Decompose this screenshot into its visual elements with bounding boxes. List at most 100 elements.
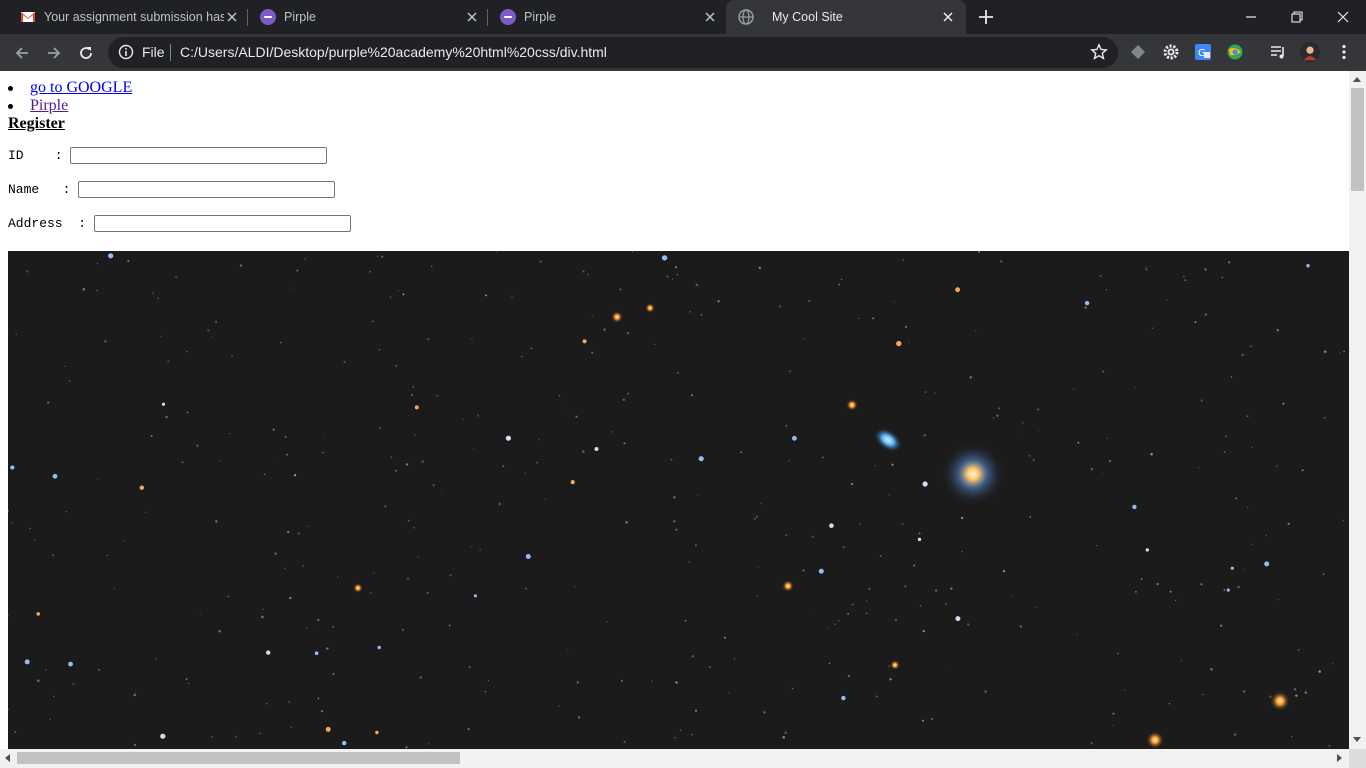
star <box>872 317 875 320</box>
star <box>891 463 894 466</box>
star <box>502 465 505 468</box>
minimize-icon[interactable] <box>1228 0 1274 34</box>
star <box>1250 345 1252 348</box>
star <box>487 680 489 682</box>
name-row: Name : <box>8 181 336 198</box>
restore-icon[interactable] <box>1274 0 1320 34</box>
star <box>1036 408 1040 411</box>
scroll-right-icon[interactable] <box>1337 754 1342 762</box>
star <box>288 701 290 703</box>
star <box>1194 321 1197 324</box>
tab-pirple-2[interactable]: Pirple <box>480 0 726 34</box>
scroll-up-icon[interactable] <box>1353 77 1361 82</box>
star <box>462 418 464 420</box>
star <box>377 645 381 650</box>
star <box>837 620 840 622</box>
star <box>945 603 948 606</box>
pirple-link[interactable]: Pirple <box>30 97 68 114</box>
star <box>379 427 381 429</box>
star <box>419 676 422 679</box>
horizontal-scrollbar[interactable] <box>0 749 1349 768</box>
star <box>905 325 908 328</box>
list-item: go to GOOGLE <box>8 79 132 97</box>
profile-avatar[interactable] <box>1300 42 1320 62</box>
horizontal-scroll-thumb[interactable] <box>17 752 460 764</box>
address-bar[interactable]: File C:/Users/ALDI/Desktop/purple%20acad… <box>108 37 1118 68</box>
star <box>302 565 304 567</box>
reload-icon[interactable] <box>73 40 99 66</box>
media-queue-icon[interactable] <box>1268 42 1288 62</box>
star <box>1221 276 1224 279</box>
tab-gmail[interactable]: Your assignment submission has <box>0 0 248 34</box>
close-tab-icon[interactable] <box>940 9 956 25</box>
google-link[interactable]: go to GOOGLE <box>30 79 132 96</box>
star <box>1117 652 1119 655</box>
star <box>645 303 655 313</box>
star <box>874 464 877 467</box>
star <box>1124 689 1126 691</box>
tab-my-cool-site[interactable]: My Cool Site <box>726 0 966 34</box>
star <box>406 577 410 580</box>
url-text[interactable]: C:/Users/ALDI/Desktop/purple%20academy%2… <box>180 44 607 60</box>
star <box>924 390 927 394</box>
star <box>52 473 58 479</box>
star <box>675 528 678 531</box>
menu-icon[interactable] <box>1334 42 1354 62</box>
star <box>477 414 480 417</box>
scroll-down-icon[interactable] <box>1353 737 1361 742</box>
star <box>1037 430 1039 432</box>
close-window-icon[interactable] <box>1320 0 1366 34</box>
star <box>1022 422 1024 424</box>
star <box>1342 519 1345 522</box>
omnibox-divider <box>170 44 171 61</box>
bookmark-star-icon[interactable] <box>1090 43 1108 61</box>
translate-icon[interactable]: G <box>1193 42 1213 62</box>
star <box>674 736 676 739</box>
star <box>1198 467 1200 468</box>
forward-icon[interactable] <box>41 40 67 66</box>
star <box>847 612 850 615</box>
close-tab-icon[interactable] <box>464 9 480 25</box>
star <box>160 733 166 739</box>
star <box>695 709 697 712</box>
star <box>1246 415 1249 418</box>
name-field[interactable] <box>78 181 336 198</box>
layers-icon[interactable] <box>1128 42 1148 62</box>
globe-extension-icon[interactable] <box>1225 42 1245 62</box>
star <box>332 625 335 628</box>
id-field[interactable] <box>70 147 328 164</box>
star <box>538 439 540 441</box>
star <box>314 627 316 629</box>
star <box>97 478 99 480</box>
back-icon[interactable] <box>9 40 35 66</box>
star <box>372 572 375 574</box>
close-tab-icon[interactable] <box>702 9 718 25</box>
star <box>1332 663 1334 665</box>
star <box>792 435 797 441</box>
close-tab-icon[interactable] <box>224 9 240 25</box>
vertical-scrollbar[interactable] <box>1349 71 1366 749</box>
star <box>1140 578 1143 580</box>
gear-icon[interactable] <box>1161 42 1181 62</box>
star <box>818 568 824 574</box>
star <box>1090 742 1093 745</box>
star <box>314 651 319 655</box>
star <box>603 328 606 331</box>
star <box>888 494 890 496</box>
address-field[interactable] <box>93 215 351 232</box>
new-tab-icon[interactable] <box>976 7 996 27</box>
star <box>1265 534 1267 537</box>
star <box>24 659 30 665</box>
star <box>229 432 231 435</box>
star <box>1287 522 1290 525</box>
info-icon[interactable] <box>118 44 134 60</box>
tab-pirple-1[interactable]: Pirple <box>240 0 488 34</box>
star <box>65 511 68 513</box>
star <box>967 623 970 626</box>
star <box>1166 299 1168 301</box>
star <box>760 502 762 505</box>
vertical-scroll-thumb[interactable] <box>1351 88 1364 191</box>
star <box>1182 275 1185 278</box>
scroll-left-icon[interactable] <box>5 754 10 762</box>
star <box>822 456 824 459</box>
